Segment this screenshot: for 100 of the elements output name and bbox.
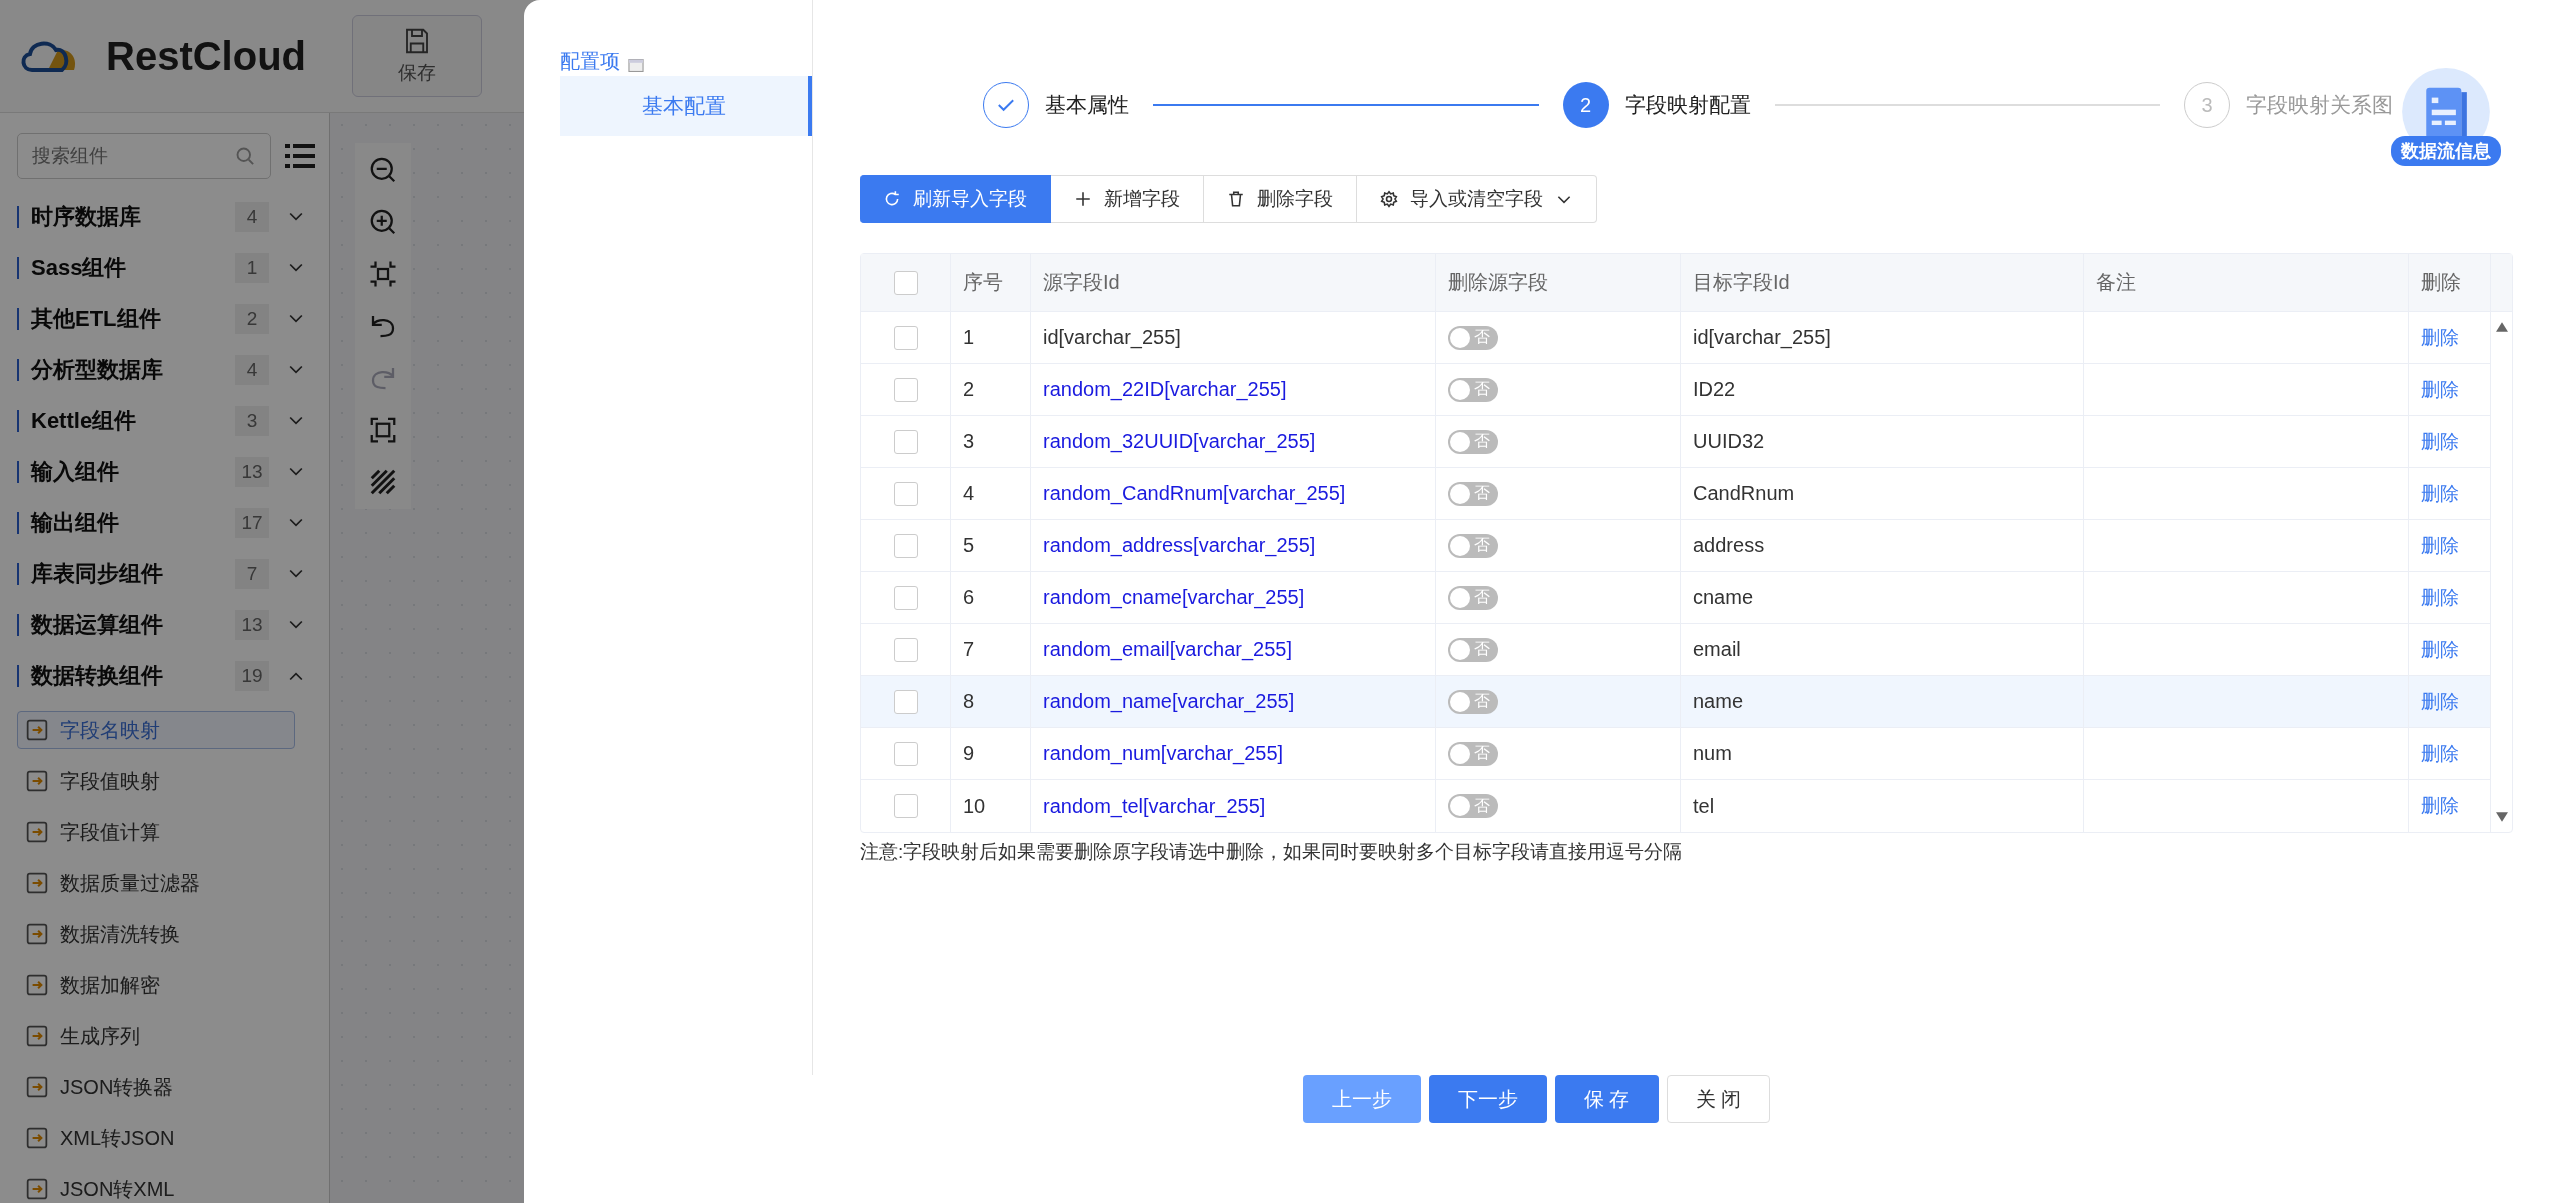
row-checkbox[interactable] — [893, 533, 918, 558]
component-icon — [26, 1076, 48, 1098]
trash-icon — [1227, 190, 1245, 208]
component-icon — [26, 1178, 48, 1200]
delete-link[interactable]: 删除 — [2421, 324, 2459, 351]
delete-link[interactable]: 删除 — [2421, 793, 2459, 819]
component-item[interactable]: 数据清洗转换 — [17, 915, 295, 953]
count-badge: 17 — [235, 507, 269, 538]
list-icon[interactable] — [285, 143, 315, 169]
close-button[interactable]: 关 闭 — [1666, 1075, 1771, 1123]
hatch-icon[interactable] — [368, 467, 398, 497]
import-fields-button[interactable]: 导入或清空字段 — [1357, 175, 1597, 223]
component-item[interactable]: XML转JSON — [17, 1119, 295, 1157]
zoom-in-icon[interactable] — [368, 207, 398, 237]
step-label: 字段映射关系图 — [2246, 92, 2393, 118]
save-button[interactable]: 保 存 — [1554, 1075, 1659, 1123]
category-item[interactable]: 分析型数据库 4 — [17, 344, 303, 395]
table-cell: UUID32 — [1681, 416, 2084, 467]
table-cell: ID22 — [1681, 364, 2084, 415]
data-flow-badge[interactable]: 数据流信息 — [2390, 136, 2501, 166]
delete-fields-button[interactable]: 删除字段 — [1204, 175, 1357, 223]
table-cell: 2 — [951, 364, 1031, 415]
table-cell: random_32UUID[varchar_255] — [1031, 416, 1436, 467]
table-cell: 9 — [951, 728, 1031, 779]
nav-item[interactable]: 基本配置 — [560, 76, 812, 136]
category-item[interactable]: 输入组件 13 — [17, 446, 303, 497]
component-icon — [26, 1025, 48, 1047]
row-checkbox[interactable] — [893, 429, 918, 454]
add-fields-button[interactable]: 新增字段 — [1051, 175, 1204, 223]
delete-link[interactable]: 删除 — [2421, 584, 2459, 611]
delete-link[interactable]: 删除 — [2421, 636, 2459, 663]
select-all-checkbox[interactable] — [893, 270, 918, 295]
previous-button[interactable]: 上一步 — [1302, 1075, 1421, 1123]
component-icon — [26, 770, 48, 792]
component-item[interactable]: 数据加解密 — [17, 966, 295, 1004]
component-item[interactable]: 字段值计算 — [17, 813, 295, 851]
gear-icon — [1380, 190, 1398, 208]
table-cell: random_email[varchar_255] — [1031, 624, 1436, 675]
table-cell: 7 — [951, 624, 1031, 675]
search-field[interactable]: 搜索组件 — [17, 133, 271, 179]
table-cell: random_tel[varchar_255] — [1031, 780, 1436, 832]
row-checkbox[interactable] — [893, 481, 918, 506]
column-header: 序号 — [951, 254, 1031, 311]
row-checkbox[interactable] — [893, 325, 918, 350]
row-checkbox[interactable] — [893, 794, 918, 818]
next-button[interactable]: 下一步 — [1428, 1075, 1547, 1123]
row-checkbox[interactable] — [893, 637, 918, 662]
scroll-down-icon[interactable] — [2495, 812, 2508, 822]
column-header: 源字段Id — [1031, 254, 1436, 311]
category-item[interactable]: 库表同步组件 7 — [17, 548, 303, 599]
refresh-fields-button[interactable]: 刷新导入字段 — [860, 175, 1051, 223]
table-cell: CandRnum — [1681, 468, 2084, 519]
table-cell: id[varchar_255] — [1031, 312, 1436, 363]
component-item[interactable]: 生成序列 — [17, 1017, 295, 1055]
component-item[interactable]: JSON转换器 — [17, 1068, 295, 1106]
component-item[interactable]: 字段名映射 — [17, 711, 295, 749]
table-cell: random_cname[varchar_255] — [1031, 572, 1436, 623]
component-item[interactable]: 数据质量过滤器 — [17, 864, 295, 902]
component-icon — [26, 821, 48, 843]
delete-link[interactable]: 删除 — [2421, 688, 2459, 715]
save-button[interactable]: 保存 — [352, 15, 482, 97]
delete-link[interactable]: 删除 — [2421, 740, 2459, 767]
component-item[interactable]: 字段值映射 — [17, 762, 295, 800]
component-item[interactable]: JSON转XML — [17, 1170, 295, 1203]
frame-icon[interactable] — [368, 415, 398, 445]
delete-link[interactable]: 删除 — [2421, 532, 2459, 559]
row-checkbox[interactable] — [893, 377, 918, 402]
count-badge: 13 — [235, 456, 269, 487]
delete-link[interactable]: 删除 — [2421, 428, 2459, 455]
count-badge: 13 — [235, 609, 269, 640]
column-header: 备注 — [2084, 254, 2409, 311]
refresh-icon — [883, 190, 901, 208]
row-checkbox[interactable] — [893, 585, 918, 610]
count-badge: 4 — [235, 201, 269, 232]
table-cell: id[varchar_255] — [1681, 312, 2084, 363]
row-checkbox[interactable] — [893, 741, 918, 766]
table-cell: random_address[varchar_255] — [1031, 520, 1436, 571]
category-item[interactable]: Sass组件 1 — [17, 242, 303, 293]
nav-title: 配置项 — [560, 48, 620, 74]
category-item[interactable]: 数据运算组件 13 — [17, 599, 303, 650]
scroll-up-icon[interactable] — [2495, 322, 2508, 332]
category-item[interactable]: Kettle组件 3 — [17, 395, 303, 446]
zoom-out-icon[interactable] — [368, 155, 398, 185]
count-badge: 7 — [235, 558, 269, 589]
table-cell: random_CandRnum[varchar_255] — [1031, 468, 1436, 519]
component-icon — [26, 872, 48, 894]
table-cell: num — [1681, 728, 2084, 779]
delete-link[interactable]: 删除 — [2421, 480, 2459, 507]
row-checkbox[interactable] — [893, 689, 918, 714]
category-item[interactable]: 时序数据库 4 — [17, 191, 303, 242]
category-item[interactable]: 其他ETL组件 2 — [17, 293, 303, 344]
step-circle: 2 — [1562, 82, 1609, 128]
delete-link[interactable]: 删除 — [2421, 376, 2459, 403]
category-item[interactable]: 数据转换组件 19 — [17, 650, 303, 701]
count-badge: 19 — [235, 660, 269, 691]
window-icon — [628, 58, 644, 72]
count-badge: 3 — [235, 405, 269, 436]
step-label: 基本属性 — [1045, 92, 1129, 118]
fit-icon[interactable] — [368, 259, 398, 289]
category-item[interactable]: 输出组件 17 — [17, 497, 303, 548]
